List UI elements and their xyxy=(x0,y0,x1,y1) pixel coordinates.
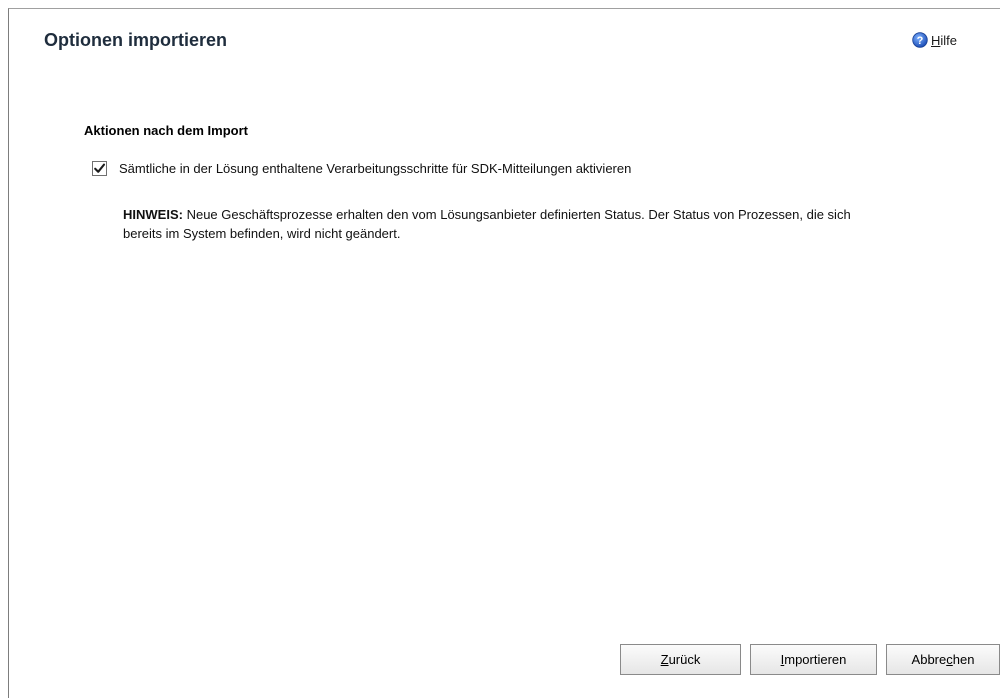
note-label: HINWEIS: xyxy=(123,207,183,222)
dialog-title: Optionen importieren xyxy=(44,30,228,50)
sdk-steps-label: Sämtliche in der Lösung enthaltene Verar… xyxy=(119,161,632,176)
sdk-steps-checkbox[interactable] xyxy=(92,161,107,176)
help-icon: ? xyxy=(912,32,928,48)
note-body: Neue Geschäftsprozesse erhalten den vom … xyxy=(123,207,851,241)
help-link[interactable]: ? Hilfe xyxy=(912,32,957,48)
back-button[interactable]: Zurück xyxy=(620,644,741,675)
note-text: HINWEIS: Neue Geschäftsprozesse erhalten… xyxy=(123,205,883,243)
checkmark-icon xyxy=(94,163,106,173)
sdk-steps-option: Sämtliche in der Lösung enthaltene Verar… xyxy=(92,161,631,176)
section-title: Aktionen nach dem Import xyxy=(84,123,248,138)
svg-text:?: ? xyxy=(917,35,924,47)
cancel-button[interactable]: Abbre c hen xyxy=(886,644,1000,675)
dialog-frame xyxy=(8,8,1000,698)
help-label: Hilfe xyxy=(931,32,958,48)
import-button[interactable]: Importieren xyxy=(750,644,877,675)
